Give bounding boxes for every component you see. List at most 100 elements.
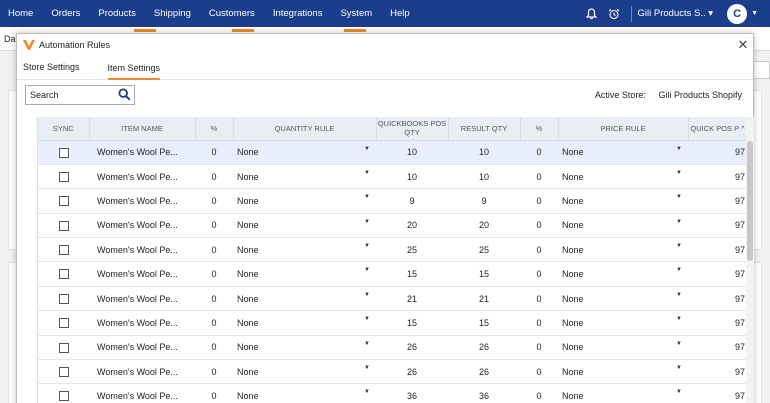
dropdown-arrow-icon[interactable]: ▼ — [676, 170, 682, 176]
dropdown-arrow-icon[interactable]: ▼ — [676, 219, 682, 225]
table-row[interactable]: Women's Wool Pe... 0 None ▼ 26 26 0 None ▼ 97 — [38, 335, 746, 361]
table-row[interactable]: Women's Wool Pe... 0 None ▼ 21 21 0 None ▼ 97 — [38, 286, 746, 312]
bell-icon[interactable] — [581, 0, 603, 27]
alarm-clock-icon[interactable] — [603, 0, 625, 27]
price-rule-select[interactable]: None ▼ — [558, 286, 688, 312]
dropdown-arrow-icon[interactable]: ▼ — [364, 219, 370, 225]
price-rule-select[interactable]: None ▼ — [558, 164, 688, 190]
price-rule-select[interactable]: None ▼ — [558, 359, 688, 385]
table-row[interactable]: Women's Wool Pe... 0 None ▼ 9 9 0 None ▼ 97 — [38, 188, 746, 214]
col-header-price-rule[interactable]: PRICE RULE — [558, 117, 689, 141]
price-rule-select[interactable]: None ▼ — [558, 261, 688, 287]
dropdown-arrow-icon[interactable]: ▼ — [364, 267, 370, 273]
price-rule-select[interactable]: None ▼ — [558, 237, 688, 263]
nav-products[interactable]: Products — [89, 0, 145, 27]
scrollbar-thumb[interactable] — [747, 141, 753, 261]
price-rule-select[interactable]: None ▼ — [558, 335, 688, 361]
tab-store-settings[interactable]: Store Settings — [23, 62, 80, 79]
nav-system[interactable]: System — [331, 0, 381, 27]
dropdown-arrow-icon[interactable]: ▼ — [364, 341, 370, 347]
dropdown-arrow-icon[interactable]: ▼ — [364, 365, 370, 371]
nav-integrations[interactable]: Integrations — [264, 0, 332, 27]
dropdown-arrow-icon[interactable]: ▼ — [364, 194, 370, 200]
quantity-rule-select[interactable]: None ▼ — [233, 237, 376, 263]
quantity-rule-select[interactable]: None ▼ — [233, 286, 376, 312]
col-header-percent-price[interactable]: % — [520, 117, 559, 141]
quantity-rule-select[interactable]: None ▼ — [233, 383, 376, 403]
dropdown-arrow-icon[interactable]: ▼ — [364, 292, 370, 298]
table-row[interactable]: Women's Wool Pe... 0 None ▼ 36 36 0 None ▼ 97 — [38, 383, 746, 403]
price-rule-select[interactable]: None ▼ — [558, 213, 688, 239]
dropdown-arrow-icon[interactable]: ▼ — [676, 243, 682, 249]
dropdown-arrow-icon[interactable]: ▼ — [676, 341, 682, 347]
sync-checkbox[interactable] — [58, 269, 69, 280]
sync-checkbox[interactable] — [58, 220, 69, 231]
col-header-result-qty[interactable]: RESULT QTY — [448, 117, 521, 141]
table-row[interactable]: Women's Wool Pe... 0 None ▼ 10 10 0 None ▼ 97 — [38, 140, 746, 165]
close-icon[interactable]: ✕ — [733, 34, 753, 56]
col-header-qb-pos-qty[interactable]: QUICKBOOKS POS QTY — [376, 117, 449, 141]
nav-orders[interactable]: Orders — [42, 0, 89, 27]
quantity-rule-select[interactable]: None ▼ — [233, 359, 376, 385]
dropdown-arrow-icon[interactable]: ▼ — [676, 316, 682, 322]
dropdown-arrow-icon[interactable]: ▼ — [676, 389, 682, 395]
tab-item-settings[interactable]: Item Settings — [107, 63, 161, 80]
sync-checkbox[interactable] — [58, 147, 69, 158]
quantity-rule-select[interactable]: None ▼ — [233, 213, 376, 239]
qty-percent-cell: 0 — [195, 359, 233, 385]
dropdown-arrow-icon[interactable]: ▼ — [676, 292, 682, 298]
table-row[interactable]: Women's Wool Pe... 0 None ▼ 26 26 0 None ▼ 97 — [38, 359, 746, 385]
dropdown-arrow-icon[interactable]: ▼ — [676, 194, 682, 200]
table-row[interactable]: Women's Wool Pe... 0 None ▼ 10 10 0 None ▼ 97 — [38, 164, 746, 190]
col-header-item-name[interactable]: ITEM NAME — [89, 117, 196, 141]
search-input[interactable] — [26, 90, 114, 100]
avatar-chevron-down-icon[interactable]: ▼ — [751, 10, 758, 17]
col-header-sync[interactable]: SYNC — [38, 117, 90, 141]
dropdown-arrow-icon[interactable]: ▼ — [676, 365, 682, 371]
quantity-rule-select[interactable]: None ▼ — [233, 164, 376, 190]
dropdown-arrow-icon[interactable]: ▼ — [364, 389, 370, 395]
avatar[interactable]: C — [727, 3, 748, 24]
sync-checkbox[interactable] — [58, 171, 69, 182]
quantity-rule-select[interactable]: None ▼ — [233, 140, 376, 165]
sync-checkbox[interactable] — [58, 391, 69, 402]
search-icon[interactable] — [118, 88, 131, 101]
table-row[interactable]: Women's Wool Pe... 0 None ▼ 15 15 0 None ▼ 97 — [38, 310, 746, 336]
quantity-rule-select[interactable]: None ▼ — [233, 188, 376, 214]
col-header-quantity-rule[interactable]: QUANTITY RULE — [233, 117, 377, 141]
nav-shipping[interactable]: Shipping — [145, 0, 200, 27]
quantity-rule-select[interactable]: None ▼ — [233, 261, 376, 287]
sync-checkbox[interactable] — [58, 293, 69, 304]
table-row[interactable]: Women's Wool Pe... 0 None ▼ 15 15 0 None ▼ 97 — [38, 261, 746, 287]
store-selector[interactable]: Gili Products S.. ▾ — [638, 8, 728, 19]
grid-scrollbar[interactable] — [746, 117, 754, 403]
price-rule-select[interactable]: None ▼ — [558, 188, 688, 214]
sync-checkbox[interactable] — [58, 367, 69, 378]
app-logo-icon — [23, 40, 35, 50]
col-header-qb-pos-price[interactable]: QUICK POS P ^ — [688, 117, 746, 141]
quantity-rule-select[interactable]: None ▼ — [233, 335, 376, 361]
sync-checkbox[interactable] — [58, 245, 69, 256]
price-rule-select[interactable]: None ▼ — [558, 140, 688, 165]
quantity-rule-select[interactable]: None ▼ — [233, 310, 376, 336]
result-qty-cell: 20 — [448, 213, 520, 239]
dropdown-arrow-icon[interactable]: ▼ — [364, 170, 370, 176]
sync-checkbox[interactable] — [58, 196, 69, 207]
price-rule-select[interactable]: None ▼ — [558, 310, 688, 336]
col-header-percent[interactable]: % — [195, 117, 234, 141]
dropdown-arrow-icon[interactable]: ▼ — [676, 267, 682, 273]
dropdown-arrow-icon[interactable]: ▼ — [364, 146, 370, 152]
dropdown-arrow-icon[interactable]: ▼ — [676, 146, 682, 152]
table-row[interactable]: Women's Wool Pe... 0 None ▼ 20 20 0 None ▼ 97 — [38, 213, 746, 239]
sync-checkbox[interactable] — [58, 318, 69, 329]
nav-help[interactable]: Help — [381, 0, 419, 27]
price-rule-select[interactable]: None ▼ — [558, 383, 688, 403]
sync-checkbox[interactable] — [58, 342, 69, 353]
dropdown-arrow-icon[interactable]: ▼ — [364, 243, 370, 249]
qb-pos-price-cell: 97 — [688, 335, 746, 361]
nav-home[interactable]: Home — [0, 0, 42, 27]
dropdown-arrow-icon[interactable]: ▼ — [364, 316, 370, 322]
table-row[interactable]: Women's Wool Pe... 0 None ▼ 25 25 0 None ▼ 97 — [38, 237, 746, 263]
qb-pos-qty-cell: 26 — [376, 359, 448, 385]
nav-customers[interactable]: Customers — [200, 0, 264, 27]
